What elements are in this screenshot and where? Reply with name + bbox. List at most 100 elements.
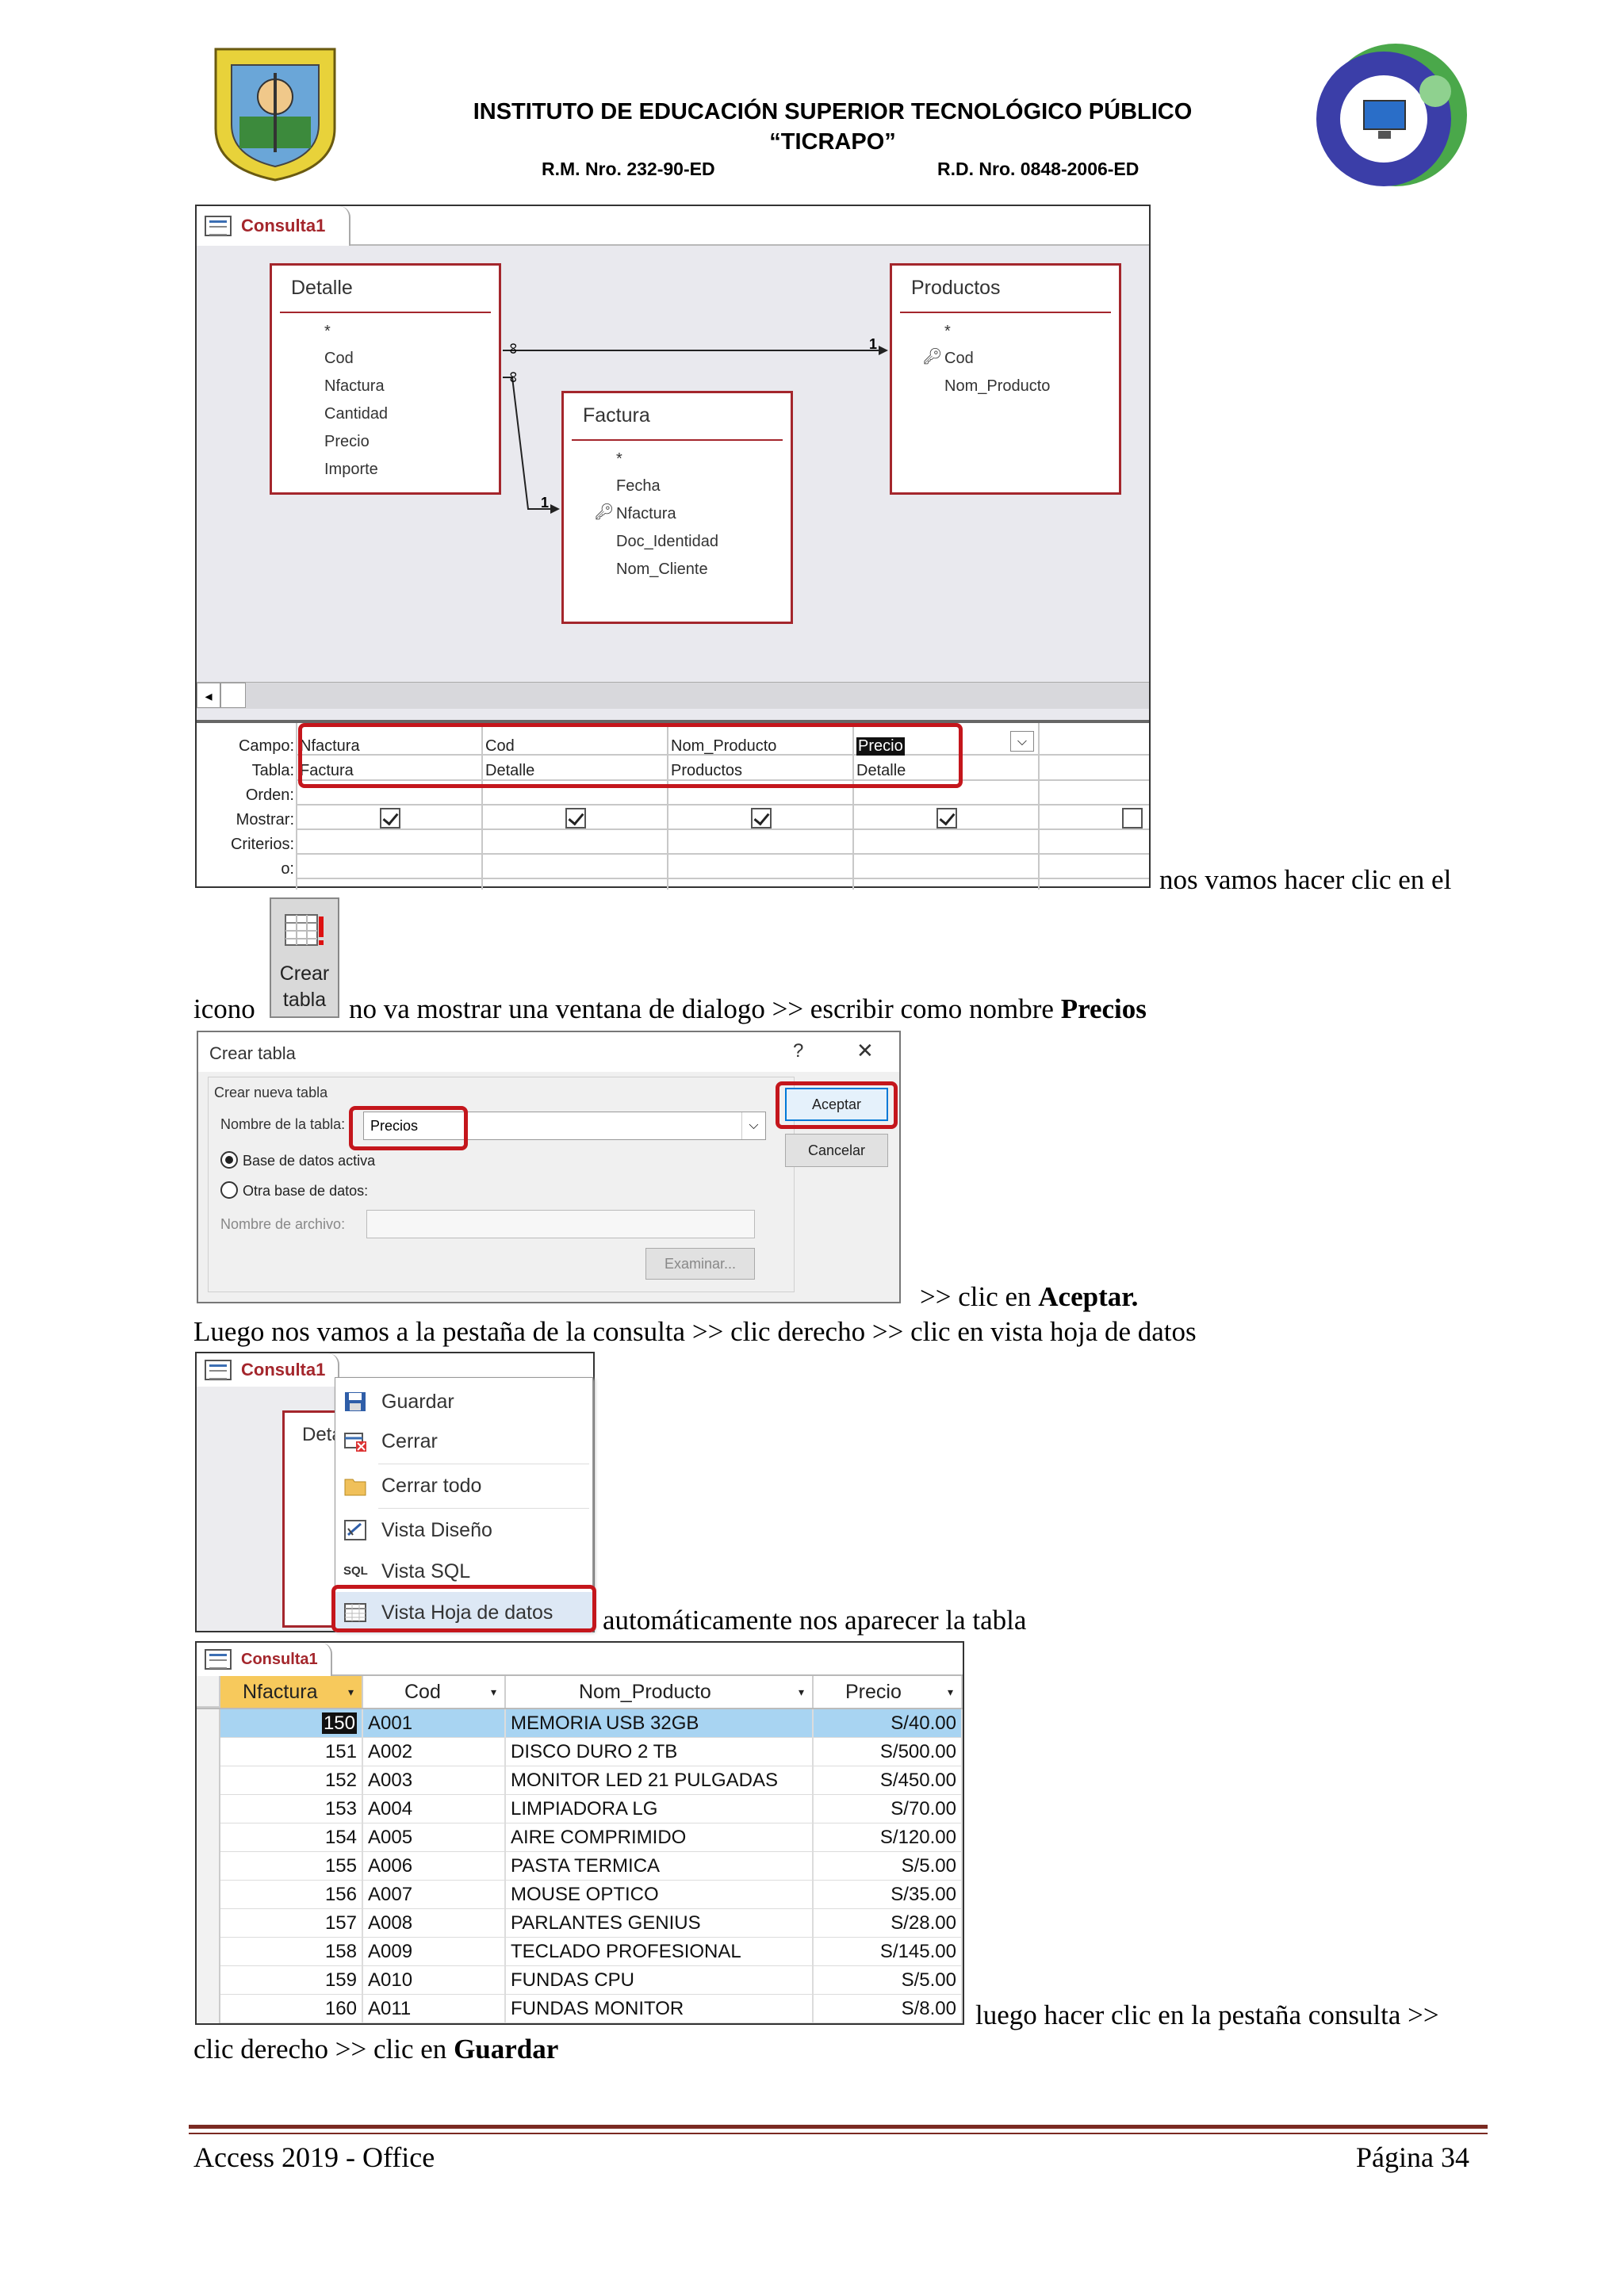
table-cell[interactable]: TECLADO PROFESIONAL (506, 1938, 814, 1966)
table-cell[interactable]: A011 (363, 1995, 506, 2023)
show-checkbox[interactable] (1122, 808, 1143, 828)
menu-item-cerrar-todo[interactable]: Cerrar todo (335, 1465, 592, 1506)
tab-consulta1[interactable]: Consulta1 (197, 1353, 340, 1387)
table-cell[interactable]: MEMORIA USB 32GB (506, 1709, 814, 1738)
row-selector[interactable] (197, 1766, 220, 1795)
scroll-left-button[interactable]: ◂ (197, 683, 220, 708)
table-cell[interactable]: A005 (363, 1823, 506, 1852)
table-row[interactable]: 155 A006 PASTA TERMICA S/5.00 (197, 1852, 963, 1881)
table-cell[interactable]: LIMPIADORA LG (506, 1795, 814, 1823)
table-row[interactable]: 152 A003 MONITOR LED 21 PULGADAS S/450.00 (197, 1766, 963, 1795)
radio-other-db[interactable] (220, 1181, 238, 1199)
row-selector[interactable] (197, 1823, 220, 1852)
table-cell[interactable]: FUNDAS CPU (506, 1966, 814, 1995)
table-cell[interactable]: S/450.00 (814, 1766, 963, 1795)
browse-button[interactable]: Examinar... (645, 1248, 755, 1280)
sort-arrow-icon[interactable]: ▾ (491, 1676, 496, 1708)
table-cell[interactable]: FUNDAS MONITOR (506, 1995, 814, 2023)
table-cell[interactable]: PASTA TERMICA (506, 1852, 814, 1881)
table-cell[interactable]: A007 (363, 1881, 506, 1909)
table-cell[interactable]: S/28.00 (814, 1909, 963, 1938)
table-cell[interactable]: 156 (220, 1881, 363, 1909)
row-selector[interactable] (197, 1738, 220, 1766)
table-cell[interactable]: 155 (220, 1852, 363, 1881)
table-row[interactable]: 151 A002 DISCO DURO 2 TB S/500.00 (197, 1738, 963, 1766)
table-cell[interactable]: 153 (220, 1795, 363, 1823)
table-cell[interactable]: S/145.00 (814, 1938, 963, 1966)
table-cell[interactable]: S/35.00 (814, 1881, 963, 1909)
table-cell[interactable]: 152 (220, 1766, 363, 1795)
table-cell[interactable]: S/5.00 (814, 1966, 963, 1995)
column-header-nfactura[interactable]: Nfactura ▾ (220, 1676, 363, 1708)
table-row[interactable]: 159 A010 FUNDAS CPU S/5.00 (197, 1966, 963, 1995)
show-checkbox[interactable] (751, 808, 772, 828)
sort-arrow-icon[interactable]: ▾ (799, 1676, 804, 1708)
table-row[interactable]: 158 A009 TECLADO PROFESIONAL S/145.00 (197, 1938, 963, 1966)
table-cell[interactable]: S/120.00 (814, 1823, 963, 1852)
row-selector[interactable] (197, 1881, 220, 1909)
select-all-corner[interactable] (197, 1676, 220, 1708)
close-icon[interactable]: ✕ (856, 1039, 874, 1063)
table-cell[interactable]: AIRE COMPRIMIDO (506, 1823, 814, 1852)
table-cell[interactable]: 157 (220, 1909, 363, 1938)
table-row[interactable]: 156 A007 MOUSE OPTICO S/35.00 (197, 1881, 963, 1909)
table-cell[interactable]: A002 (363, 1738, 506, 1766)
table-cell[interactable]: 159 (220, 1966, 363, 1995)
file-name-input[interactable] (366, 1210, 755, 1238)
cancel-button[interactable]: Cancelar (785, 1134, 888, 1167)
menu-item-cerrar[interactable]: Cerrar (335, 1421, 592, 1462)
table-row[interactable]: 160 A011 FUNDAS MONITOR S/8.00 (197, 1995, 963, 2023)
row-selector[interactable] (197, 1966, 220, 1995)
table-cell[interactable]: S/70.00 (814, 1795, 963, 1823)
table-cell[interactable]: PARLANTES GENIUS (506, 1909, 814, 1938)
show-checkbox[interactable] (565, 808, 586, 828)
chevron-down-icon[interactable]: ⌵ (741, 1112, 765, 1139)
crear-tabla-button[interactable]: Crear tabla (270, 897, 339, 1018)
help-icon[interactable]: ? (793, 1040, 803, 1062)
table-cell[interactable]: S/5.00 (814, 1852, 963, 1881)
show-checkbox[interactable] (936, 808, 957, 828)
radio-active-db[interactable] (220, 1151, 238, 1169)
sort-arrow-icon[interactable]: ▾ (948, 1676, 953, 1708)
table-cell[interactable]: 158 (220, 1938, 363, 1966)
table-row[interactable]: 154 A005 AIRE COMPRIMIDO S/120.00 (197, 1823, 963, 1852)
file-label: Nombre de archivo: (220, 1216, 346, 1232)
chevron-down-icon[interactable]: ⌵ (1010, 731, 1034, 752)
table-cell[interactable]: A006 (363, 1852, 506, 1881)
row-selector[interactable] (197, 1909, 220, 1938)
tab-consulta1[interactable]: Consulta1 (197, 1643, 332, 1676)
table-cell[interactable]: A001 (363, 1709, 506, 1738)
table-cell[interactable]: MOUSE OPTICO (506, 1881, 814, 1909)
table-cell[interactable]: A003 (363, 1766, 506, 1795)
menu-item-vista-diseno[interactable]: Vista Diseño (335, 1510, 592, 1551)
table-cell[interactable]: A004 (363, 1795, 506, 1823)
scroll-thumb[interactable] (220, 683, 246, 708)
row-selector[interactable] (197, 1995, 220, 2023)
table-row[interactable]: 157 A008 PARLANTES GENIUS S/28.00 (197, 1909, 963, 1938)
menu-item-guardar[interactable]: Guardar (335, 1381, 592, 1422)
table-cell[interactable]: DISCO DURO 2 TB (506, 1738, 814, 1766)
row-selector[interactable] (197, 1938, 220, 1966)
show-checkbox[interactable] (380, 808, 400, 828)
table-cell[interactable]: A010 (363, 1966, 506, 1995)
table-cell[interactable]: 154 (220, 1823, 363, 1852)
column-header-precio[interactable]: Precio ▾ (814, 1676, 963, 1708)
table-cell[interactable]: A008 (363, 1909, 506, 1938)
table-cell[interactable]: S/500.00 (814, 1738, 963, 1766)
table-cell[interactable]: 160 (220, 1995, 363, 2023)
row-selector[interactable] (197, 1852, 220, 1881)
table-cell[interactable]: S/8.00 (814, 1995, 963, 2023)
horizontal-scrollbar[interactable]: ◂ (197, 682, 1149, 709)
column-header-nom-producto[interactable]: Nom_Producto ▾ (506, 1676, 814, 1708)
table-cell[interactable]: 150 (220, 1709, 363, 1738)
table-cell[interactable]: 151 (220, 1738, 363, 1766)
table-cell[interactable]: MONITOR LED 21 PULGADAS (506, 1766, 814, 1795)
table-row[interactable]: 150 A001 MEMORIA USB 32GB S/40.00 (197, 1709, 963, 1738)
table-row[interactable]: 153 A004 LIMPIADORA LG S/70.00 (197, 1795, 963, 1823)
table-cell[interactable]: S/40.00 (814, 1709, 963, 1738)
row-selector[interactable] (197, 1795, 220, 1823)
table-cell[interactable]: A009 (363, 1938, 506, 1966)
row-selector[interactable] (197, 1709, 220, 1738)
column-header-cod[interactable]: Cod ▾ (363, 1676, 506, 1708)
sort-arrow-icon[interactable]: ▾ (348, 1676, 354, 1708)
